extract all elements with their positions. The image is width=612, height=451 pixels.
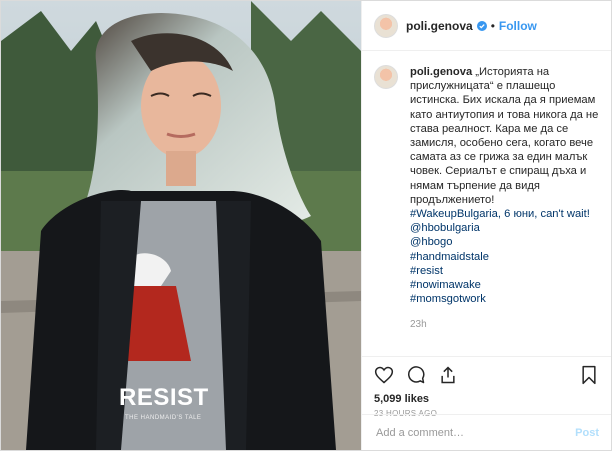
share-icon[interactable] [438,365,458,385]
action-bar: 5,099 likes 23 HOURS AGO [362,356,611,418]
instagram-post: RESIST THE HANDMAID'S TALE poli.genova •… [0,0,612,451]
likes-count[interactable]: 5,099 likes [374,393,599,405]
hashtag-link[interactable]: #momsgotwork [410,292,599,306]
header-username[interactable]: poli.genova [406,19,473,33]
follow-button[interactable]: Follow [499,19,537,33]
post-comment-button[interactable]: Post [575,427,599,439]
separator-dot: • [490,18,495,33]
add-comment-bar: Post [362,414,611,450]
comments-area[interactable]: poli.genova „Историята на прислужницата“… [362,51,611,356]
post-sidebar: poli.genova • Follow poli.genova „Истори… [361,1,611,450]
mention-link[interactable]: @hbobulgaria [410,221,599,235]
hashtag-link[interactable]: #resist [410,264,599,278]
hashtag-link[interactable]: #WakeupBulgaria, 6 юни, can't wait! [410,207,599,221]
caption-text: „Историята на прислужницата“ е плашещо и… [410,66,599,206]
post-header: poli.genova • Follow [362,1,611,51]
avatar[interactable] [374,13,398,38]
shirt-subtitle-text: THE HANDMAID'S TALE [125,415,202,421]
caption-body: poli.genova „Историята на прислужницата“… [410,65,599,333]
verified-badge-icon [476,20,487,31]
post-photo-image [1,1,361,450]
post-photo[interactable]: RESIST THE HANDMAID'S TALE [1,1,361,450]
caption-username[interactable]: poli.genova [410,66,472,78]
hashtag-link[interactable]: #handmaidstale [410,250,599,264]
comment-input[interactable] [374,425,576,440]
shirt-resist-text: RESIST [119,384,209,411]
bookmark-icon[interactable] [579,365,599,385]
comment-icon[interactable] [406,365,426,385]
mention-link[interactable]: @hbogo [410,235,599,249]
caption-avatar[interactable] [374,65,398,89]
heart-icon[interactable] [374,365,394,385]
caption-time[interactable]: 23h [410,318,599,332]
caption: poli.genova „Историята на прислужницата“… [374,65,599,333]
hashtag-link[interactable]: #nowimawake [410,278,599,292]
